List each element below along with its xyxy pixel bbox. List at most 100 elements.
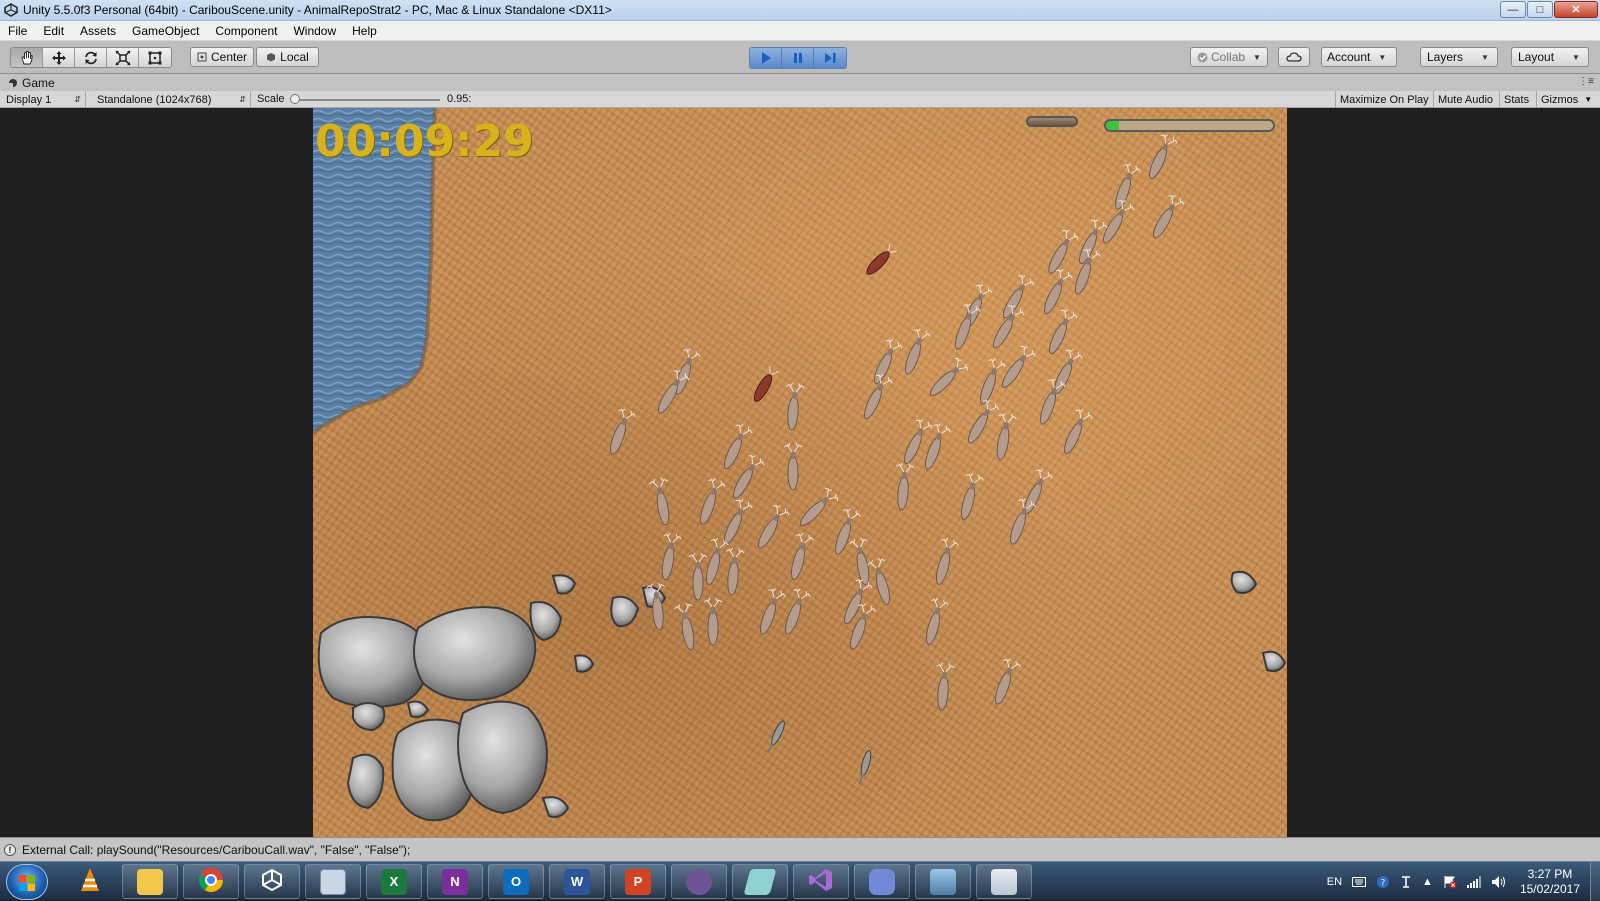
title-bar: Unity 5.5.0f3 Personal (64bit) - Caribou…: [0, 0, 1600, 21]
resolution-select[interactable]: Standalone (1024x768) ⇵: [91, 91, 251, 108]
herd-progress-fill: [1106, 121, 1120, 130]
chrome-icon: [198, 867, 224, 896]
game-canvas[interactable]: 00:09:29: [313, 108, 1287, 837]
pivot-local-button[interactable]: Local: [256, 47, 319, 67]
layers-dropdown[interactable]: Layers ▼: [1420, 47, 1498, 67]
rect-tool-icon[interactable]: [139, 48, 171, 67]
language-indicator[interactable]: EN: [1327, 876, 1342, 888]
taskbar-word[interactable]: W: [549, 864, 605, 899]
start-button[interactable]: [6, 864, 48, 900]
taskbar-photos[interactable]: [915, 864, 971, 899]
resolution-select-value: Standalone (1024x768): [97, 93, 212, 106]
windows-taskbar: X N O W P EN ? ▲ 3:27 PM 15/02/2017: [0, 861, 1600, 901]
taskbar-paint[interactable]: [976, 864, 1032, 899]
minimize-button[interactable]: —: [1500, 1, 1526, 18]
maximize-button[interactable]: □: [1527, 1, 1553, 18]
paint-icon: [991, 868, 1017, 895]
tab-game[interactable]: Game: [0, 76, 55, 90]
vlc-icon: [78, 867, 102, 896]
scale-slider[interactable]: [290, 94, 440, 104]
taskbar-clock[interactable]: 3:27 PM 15/02/2017: [1520, 867, 1580, 897]
taskbar-outlook[interactable]: O: [488, 864, 544, 899]
menu-component[interactable]: Component: [207, 24, 285, 38]
collab-dropdown[interactable]: Collab ▼: [1190, 47, 1268, 67]
word-icon: W: [564, 868, 590, 895]
pause-button[interactable]: [782, 48, 814, 68]
stats-label: Stats: [1504, 93, 1530, 106]
menu-file[interactable]: File: [0, 24, 35, 38]
status-message: External Call: playSound("Resources/Cari…: [22, 842, 411, 857]
show-hidden-icons-icon[interactable]: ▲: [1422, 876, 1433, 888]
scale-slider-thumb[interactable]: [290, 94, 300, 104]
dropdown-arrow-icon: ▼: [1584, 95, 1593, 104]
network-tray-icon[interactable]: [1400, 875, 1412, 889]
step-icon: [823, 51, 837, 65]
account-label: Account: [1327, 50, 1371, 64]
outlook-icon: O: [503, 868, 529, 895]
check-icon: [1197, 52, 1208, 63]
discord-icon: [869, 868, 895, 895]
menu-bar: File Edit Assets GameObject Component Wi…: [0, 21, 1600, 41]
menu-window[interactable]: Window: [285, 24, 344, 38]
taskbar-calculator[interactable]: [305, 864, 361, 899]
clock-time: 3:27 PM: [1527, 866, 1573, 881]
menu-help[interactable]: Help: [344, 24, 385, 38]
taskbar-vlc[interactable]: [62, 864, 118, 899]
volume-icon[interactable]: [1491, 875, 1507, 889]
excel-icon: X: [381, 868, 407, 895]
cube-icon: [266, 52, 276, 62]
visual-studio-icon: [808, 867, 834, 896]
action-center-flag-icon[interactable]: [1443, 875, 1457, 889]
display-select-value: Display 1: [6, 93, 52, 106]
layout-dropdown[interactable]: Layout ▼: [1511, 47, 1589, 67]
taskbar-github-desktop[interactable]: [671, 864, 727, 899]
mute-audio-toggle[interactable]: Mute Audio: [1433, 91, 1497, 108]
updown-arrow-icon: ⇵: [239, 95, 246, 104]
taskbar-excel[interactable]: X: [366, 864, 422, 899]
taskbar-file-explorer[interactable]: [122, 864, 178, 899]
photos-icon: [930, 868, 956, 895]
maximize-on-play-toggle[interactable]: Maximize On Play: [1335, 91, 1433, 108]
panel-menu-icon[interactable]: ⋮≡: [1578, 76, 1594, 87]
gizmos-dropdown[interactable]: Gizmos ▼: [1536, 91, 1600, 108]
secondary-meter: [1026, 116, 1078, 127]
dropdown-arrow-icon: ▼: [1481, 52, 1489, 62]
game-timer: 00:09:29: [315, 116, 534, 167]
pivot-local-label: Local: [280, 50, 309, 64]
maximize-on-play-label: Maximize On Play: [1340, 93, 1429, 106]
display-select[interactable]: Display 1 ⇵: [0, 91, 86, 108]
taskbar-discord[interactable]: [854, 864, 910, 899]
taskbar-visual-studio[interactable]: [793, 864, 849, 899]
help-icon[interactable]: ?: [1376, 875, 1390, 889]
menu-gameobject[interactable]: GameObject: [124, 24, 207, 38]
cloud-button[interactable]: [1278, 47, 1310, 67]
game-tab-strip: Game ⋮≡: [0, 74, 1600, 91]
herd-progress-bar: [1104, 119, 1275, 132]
signal-strength-icon[interactable]: [1466, 875, 1481, 888]
pivot-center-button[interactable]: Center: [190, 47, 254, 67]
move-tool-icon[interactable]: [43, 48, 75, 67]
transform-tools: [10, 47, 172, 68]
rotate-tool-icon[interactable]: [75, 48, 107, 67]
dropdown-arrow-icon: ▼: [1378, 52, 1387, 62]
powerpoint-icon: P: [625, 868, 651, 895]
menu-assets[interactable]: Assets: [72, 24, 124, 38]
close-button[interactable]: ✕: [1554, 1, 1598, 18]
taskbar-notes[interactable]: [732, 864, 788, 899]
account-dropdown[interactable]: Account ▼: [1321, 47, 1397, 67]
taskbar-chrome[interactable]: [183, 864, 239, 899]
step-button[interactable]: [814, 48, 846, 68]
hand-tool-icon[interactable]: [11, 48, 43, 67]
game-controller-icon: [8, 78, 18, 88]
dropdown-arrow-icon: ▼: [1253, 52, 1261, 62]
show-desktop-button[interactable]: [1590, 862, 1600, 901]
stats-toggle[interactable]: Stats: [1499, 91, 1533, 108]
menu-edit[interactable]: Edit: [35, 24, 72, 38]
taskbar-unity[interactable]: [244, 864, 300, 899]
console-status-bar[interactable]: ! External Call: playSound("Resources/Ca…: [0, 837, 1600, 861]
scale-tool-icon[interactable]: [107, 48, 139, 67]
play-button[interactable]: [750, 48, 782, 68]
keyboard-icon[interactable]: [1352, 876, 1367, 887]
taskbar-onenote[interactable]: N: [427, 864, 483, 899]
taskbar-powerpoint[interactable]: P: [610, 864, 666, 899]
